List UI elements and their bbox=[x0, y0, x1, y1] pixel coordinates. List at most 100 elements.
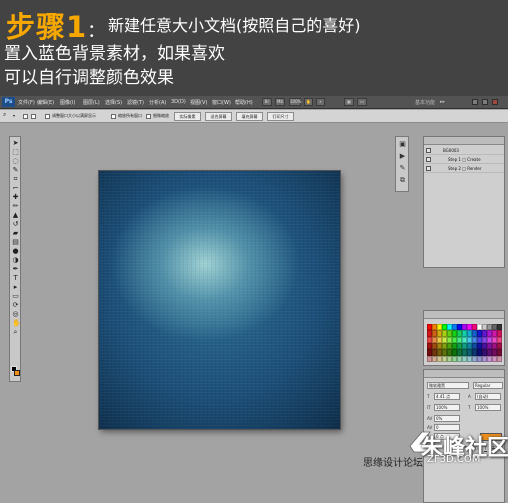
menu-3d[interactable]: 3D(D) bbox=[171, 99, 186, 105]
scrubby-zoom-checkbox[interactable] bbox=[146, 114, 151, 119]
font-family-field[interactable]: 微软雅黑 bbox=[427, 382, 469, 389]
brush-tool-icon[interactable]: ✏ bbox=[12, 203, 19, 210]
zoom-level-dropdown[interactable]: 100% bbox=[289, 98, 301, 106]
collapsed-panel-dock: ▣ ▶ ✎ ⧉ bbox=[395, 136, 409, 192]
action-step-label: Step 1 □ Create bbox=[448, 157, 481, 162]
tutorial-banner: 步骤1： 新建任意大小文档(按照自己的喜好) 置入蓝色背景素材，如果喜欢 可以自… bbox=[0, 0, 508, 96]
dodge-tool-icon[interactable]: ◑ bbox=[12, 257, 19, 264]
font-size-icon: T bbox=[427, 394, 430, 399]
bridge-button[interactable]: Br bbox=[262, 98, 272, 106]
tool-preset-dropdown[interactable]: ▾ bbox=[13, 113, 15, 118]
document-canvas[interactable] bbox=[99, 171, 340, 429]
character-panel-tab[interactable] bbox=[424, 370, 504, 378]
history-brush-tool-icon[interactable]: ↺ bbox=[12, 221, 19, 228]
blur-tool-icon[interactable]: ● bbox=[12, 248, 19, 255]
action-step-checkbox[interactable] bbox=[426, 157, 431, 162]
arrange-documents-button[interactable]: ▦ bbox=[344, 98, 354, 106]
swatch-cell[interactable] bbox=[497, 355, 502, 362]
type-tool-icon[interactable]: T bbox=[12, 275, 19, 282]
move-tool-icon[interactable]: ➤ bbox=[12, 140, 19, 147]
3d-camera-tool-icon[interactable]: ◎ bbox=[12, 311, 19, 318]
leading-field[interactable]: (自动) bbox=[475, 393, 501, 400]
resize-windows-checkbox[interactable] bbox=[45, 114, 50, 119]
eraser-tool-icon[interactable]: ▰ bbox=[12, 230, 19, 237]
menu-layer[interactable]: 图层(L) bbox=[83, 99, 100, 106]
menu-bar: Ps 文件(F) 编辑(E) 图像(I) 图层(L) 选择(S) 滤镜(T) 分… bbox=[0, 96, 508, 109]
healing-brush-tool-icon[interactable]: ✚ bbox=[12, 194, 19, 201]
font-size-field[interactable]: 4.41 点 bbox=[434, 393, 460, 400]
menu-help[interactable]: 帮助(H) bbox=[235, 99, 253, 106]
menu-analysis[interactable]: 分析(A) bbox=[149, 99, 166, 106]
step-instruction-line-1: 新建任意大小文档(按照自己的喜好) bbox=[108, 16, 361, 35]
lasso-tool-icon[interactable]: ◌ bbox=[12, 158, 19, 165]
zoom-tool-icon[interactable]: ⌕ bbox=[3, 111, 6, 119]
menu-select[interactable]: 选择(S) bbox=[105, 99, 122, 106]
tools-panel: ➤ ⬚ ◌ ✎ ⌗ ⌐ ✚ ✏ ▲ ↺ ▰ ▤ ● ◑ ✒ T ▸ ▭ ⟳ ◎ … bbox=[9, 136, 21, 382]
action-step-checkbox[interactable] bbox=[426, 166, 431, 171]
zoom-out-icon[interactable] bbox=[31, 114, 36, 119]
horizontal-scale-field[interactable]: 100% bbox=[475, 404, 501, 411]
vertical-scale-icon: IT bbox=[427, 405, 431, 410]
zoom-in-icon[interactable] bbox=[23, 114, 28, 119]
minimize-button[interactable] bbox=[472, 99, 478, 105]
gradient-tool-icon[interactable]: ▤ bbox=[12, 239, 19, 246]
watermark: 朱峰社区 思缘设计论坛 ZF3D.COM bbox=[363, 420, 508, 503]
swatch-grid[interactable] bbox=[427, 324, 502, 362]
clone-source-panel-icon[interactable]: ⧉ bbox=[399, 177, 406, 184]
3d-rotate-tool-icon[interactable]: ⟳ bbox=[12, 302, 19, 309]
actual-pixels-button[interactable]: 实际像素 bbox=[174, 112, 201, 121]
actions-panel-tab[interactable] bbox=[424, 137, 504, 145]
horizontal-scale-icon: T bbox=[468, 405, 471, 410]
font-style-field[interactable]: Regular bbox=[473, 382, 503, 389]
screen-mode-button[interactable]: ▭ bbox=[357, 98, 367, 106]
step-instruction-line-3: 可以自行调整颜色效果 bbox=[4, 68, 174, 88]
action-step-row[interactable]: Step 1 □ Create bbox=[424, 156, 504, 164]
marquee-tool-icon[interactable]: ⬚ bbox=[12, 149, 19, 156]
watermark-forum-text: 思缘设计论坛 bbox=[363, 458, 423, 469]
zoom-tool-button[interactable]: ⌕ bbox=[316, 98, 325, 106]
menu-window[interactable]: 窗口(W) bbox=[212, 99, 231, 106]
zoom-tool-icon[interactable]: ⌕ bbox=[12, 329, 19, 336]
menu-image[interactable]: 图像(I) bbox=[60, 99, 75, 106]
menu-edit[interactable]: 编辑(E) bbox=[37, 99, 54, 106]
actions-panel: BG0003 Step 1 □ Create Step 2 □ Render bbox=[423, 136, 505, 268]
action-set-row[interactable]: BG0003 bbox=[424, 147, 504, 155]
menu-view[interactable]: 视图(V) bbox=[190, 99, 207, 106]
minibridge-button[interactable]: Mb bbox=[275, 98, 285, 106]
step-instruction-line-2: 置入蓝色背景素材，如果喜欢 bbox=[4, 44, 225, 64]
action-set-checkbox[interactable] bbox=[426, 148, 431, 153]
background-color-swatch[interactable] bbox=[14, 370, 20, 376]
hand-tool-icon[interactable]: ✋ bbox=[12, 320, 21, 327]
eyedropper-tool-icon[interactable]: ⌐ bbox=[12, 185, 19, 192]
zoom-all-checkbox[interactable] bbox=[111, 114, 116, 119]
path-select-tool-icon[interactable]: ▸ bbox=[12, 284, 19, 291]
actions-panel-icon[interactable]: ▶ bbox=[399, 153, 406, 160]
vertical-scale-field[interactable]: 100% bbox=[434, 404, 460, 411]
menu-filter[interactable]: 滤镜(T) bbox=[127, 99, 144, 106]
menu-file[interactable]: 文件(F) bbox=[18, 99, 35, 106]
action-step-label: Step 2 □ Render bbox=[448, 166, 482, 171]
hand-tool-button[interactable]: ✋ bbox=[304, 98, 313, 106]
workspace-design[interactable]: ▸▸ bbox=[440, 99, 445, 105]
pen-tool-icon[interactable]: ✒ bbox=[12, 266, 19, 273]
resize-windows-label: 调整窗口大小以满屏显示 bbox=[52, 113, 96, 118]
photoshop-logo-icon: Ps bbox=[2, 97, 15, 107]
maximize-button[interactable] bbox=[482, 99, 488, 105]
leading-icon: A bbox=[468, 394, 471, 399]
brush-panel-icon[interactable]: ✎ bbox=[399, 165, 406, 172]
zoom-all-label: 缩放所有窗口 bbox=[118, 113, 142, 118]
shape-tool-icon[interactable]: ▭ bbox=[12, 293, 19, 300]
swatches-panel-tab[interactable] bbox=[424, 311, 504, 319]
options-bar: ⌕ ▾ 调整窗口大小以满屏显示 缩放所有窗口 细微缩放 实际像素 适合屏幕 填充… bbox=[0, 110, 508, 123]
quick-select-tool-icon[interactable]: ✎ bbox=[12, 167, 19, 174]
close-button[interactable] bbox=[492, 99, 498, 105]
history-panel-icon[interactable]: ▣ bbox=[399, 141, 406, 148]
action-step-row[interactable]: Step 2 □ Render bbox=[424, 165, 504, 173]
print-size-button[interactable]: 打印尺寸 bbox=[267, 112, 294, 121]
swatches-panel bbox=[423, 310, 505, 366]
crop-tool-icon[interactable]: ⌗ bbox=[12, 176, 19, 183]
fill-screen-button[interactable]: 填充屏幕 bbox=[236, 112, 263, 121]
clone-stamp-tool-icon[interactable]: ▲ bbox=[12, 212, 19, 219]
fit-screen-button[interactable]: 适合屏幕 bbox=[205, 112, 232, 121]
workspace-label[interactable]: 基本功能 bbox=[415, 99, 435, 106]
